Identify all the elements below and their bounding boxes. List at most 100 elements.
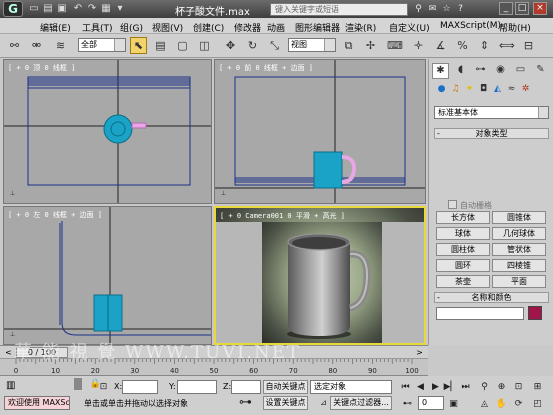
geometry-icon[interactable]: ●: [435, 83, 448, 96]
favorites-icon[interactable]: ☆: [440, 3, 453, 15]
save-file-icon[interactable]: ▣: [56, 3, 68, 15]
menu-rendering[interactable]: 渲染(R): [345, 21, 376, 34]
keyboard-shortcut-icon[interactable]: ⌨: [386, 37, 403, 54]
helpers-icon[interactable]: ◭: [491, 83, 504, 96]
spinner-snap-icon[interactable]: ⇕: [476, 37, 493, 54]
pan-icon[interactable]: ✋: [494, 397, 509, 411]
percent-snap-icon[interactable]: %: [454, 37, 471, 54]
viewport-camera[interactable]: [ + 0 Camera001 0 平滑 + 高光 ]: [214, 206, 426, 345]
key-mode-icon[interactable]: ⊷: [400, 397, 415, 411]
window-crossing-icon[interactable]: ◫: [196, 37, 213, 54]
binoculars-icon[interactable]: ⚲: [412, 3, 425, 15]
time-config-icon[interactable]: ▣: [446, 397, 461, 411]
zoom-all-icon[interactable]: ⊕: [494, 380, 509, 394]
hierarchy-tab-icon[interactable]: ⊶: [472, 63, 489, 79]
menu-edit[interactable]: 编辑(E): [40, 21, 71, 34]
absolute-mode-icon[interactable]: ⊡: [96, 380, 111, 394]
z-coordinate-input[interactable]: [231, 380, 261, 394]
menu-views[interactable]: 视图(V): [152, 21, 183, 34]
rectangular-selection-icon[interactable]: ▢: [174, 37, 191, 54]
cameras-icon[interactable]: ◘: [477, 83, 490, 96]
autogrid-checkbox[interactable]: 自动栅格: [448, 200, 492, 211]
sphere-button[interactable]: 球体: [436, 227, 490, 240]
prev-arrow-icon[interactable]: <: [3, 347, 14, 358]
zoom-icon[interactable]: ⚲: [477, 380, 492, 394]
space-warps-icon[interactable]: ≈: [505, 83, 518, 96]
plane-button[interactable]: 平面: [492, 275, 546, 288]
close-button[interactable]: ×: [533, 2, 547, 15]
name-color-rollout[interactable]: - 名称和颜色: [434, 292, 549, 303]
rollout-toggle[interactable]: -: [437, 293, 440, 302]
x-coordinate-input[interactable]: [122, 380, 158, 394]
pyramid-button[interactable]: 四棱锥: [492, 259, 546, 272]
maximize-button[interactable]: □: [515, 2, 529, 15]
selection-filter-dropdown[interactable]: 全部: [78, 38, 126, 52]
geosphere-button[interactable]: 几何球体: [492, 227, 546, 240]
maxscript-listener[interactable]: 欢迎使用 MAXSc: [4, 396, 70, 410]
undo-icon[interactable]: ↶: [72, 3, 84, 15]
viewport-front[interactable]: [ + 0 前 0 线框 + 边面 ] ⊥: [214, 59, 426, 204]
next-arrow-icon[interactable]: >: [414, 347, 425, 358]
box-button[interactable]: 长方体: [436, 211, 490, 224]
object-name-input[interactable]: [436, 307, 524, 320]
menu-customize[interactable]: 自定义(U): [389, 21, 430, 34]
app-logo-icon[interactable]: G: [3, 1, 23, 17]
open-file-icon[interactable]: ▤: [42, 3, 54, 15]
display-tab-icon[interactable]: ▭: [512, 63, 529, 79]
utilities-tab-icon[interactable]: ✎: [532, 63, 549, 79]
auto-key-button[interactable]: 自动关键点: [263, 380, 308, 394]
play-icon[interactable]: ▶: [428, 380, 443, 394]
teapot-button[interactable]: 茶壶: [436, 275, 490, 288]
field-of-view-icon[interactable]: ◬: [477, 397, 492, 411]
zoom-extents-all-icon[interactable]: ⊞: [530, 380, 545, 394]
maximize-viewport-icon[interactable]: ◰: [530, 397, 545, 411]
help-icon[interactable]: ?: [454, 3, 467, 15]
cylinder-button[interactable]: 圆柱体: [436, 243, 490, 256]
menu-group[interactable]: 组(G): [120, 21, 143, 34]
minimize-button[interactable]: _: [499, 2, 513, 15]
next-frame-icon[interactable]: ▶▏: [443, 380, 458, 394]
default-in-out-icon[interactable]: ⊿: [316, 396, 331, 410]
new-file-icon[interactable]: ▭: [28, 3, 40, 15]
dropdown-arrow-icon[interactable]: [538, 107, 548, 118]
menu-help[interactable]: 帮助(H): [499, 21, 531, 34]
viewport-top[interactable]: [ + 0 顶 0 线框 ] ⊥: [3, 59, 212, 204]
menu-tools[interactable]: 工具(T): [82, 21, 113, 34]
select-manipulate-icon[interactable]: ✢: [362, 37, 379, 54]
category-dropdown[interactable]: 标准基本体: [434, 106, 549, 119]
goto-end-icon[interactable]: ⏭: [458, 380, 473, 394]
select-rotate-icon[interactable]: ↻: [244, 37, 261, 54]
object-type-rollout[interactable]: - 对象类型: [434, 128, 549, 139]
modify-tab-icon[interactable]: ◖: [452, 63, 469, 79]
select-and-link-icon[interactable]: ⚯: [6, 37, 23, 54]
fetch-icon[interactable]: ▾: [114, 3, 126, 15]
orbit-icon[interactable]: ⟳: [511, 397, 526, 411]
cone-button[interactable]: 圆锥体: [492, 211, 546, 224]
y-coordinate-input[interactable]: [177, 380, 217, 394]
reference-coordinate-dropdown[interactable]: 视图: [288, 38, 336, 52]
viewport-left[interactable]: [ + 0 左 0 线框 + 边面 ] ⊥: [3, 206, 212, 345]
select-by-name-icon[interactable]: ▤: [152, 37, 169, 54]
create-tab-icon[interactable]: ✱: [432, 63, 449, 79]
menu-create[interactable]: 创建(C): [193, 21, 224, 34]
zoom-extents-icon[interactable]: ⊡: [511, 380, 526, 394]
mirror-icon[interactable]: ⟺: [498, 37, 515, 54]
search-input[interactable]: 键入关键字或短语: [270, 3, 408, 16]
current-frame-input[interactable]: 0: [418, 396, 444, 410]
select-move-icon[interactable]: ✥: [222, 37, 239, 54]
torus-button[interactable]: 圆环: [436, 259, 490, 272]
prev-frame-icon[interactable]: ◀: [413, 380, 428, 394]
select-object-icon[interactable]: ⬉: [130, 37, 147, 54]
menu-graph-editors[interactable]: 图形编辑器: [295, 21, 340, 34]
redo-icon[interactable]: ↷: [86, 3, 98, 15]
select-scale-icon[interactable]: ⤡: [266, 37, 283, 54]
selection-set-dropdown[interactable]: 选定对象: [310, 380, 392, 394]
shapes-icon[interactable]: ♫: [449, 83, 462, 96]
set-key-icon[interactable]: ⊶: [238, 396, 253, 410]
lights-icon[interactable]: ✦: [463, 83, 476, 96]
pivot-center-icon[interactable]: ⧉: [340, 37, 357, 54]
key-filters-button[interactable]: 关键点过滤器...: [330, 396, 392, 410]
unlink-icon[interactable]: ⚮: [28, 37, 45, 54]
menu-modifiers[interactable]: 修改器: [234, 21, 261, 34]
object-color-swatch[interactable]: [528, 306, 542, 320]
